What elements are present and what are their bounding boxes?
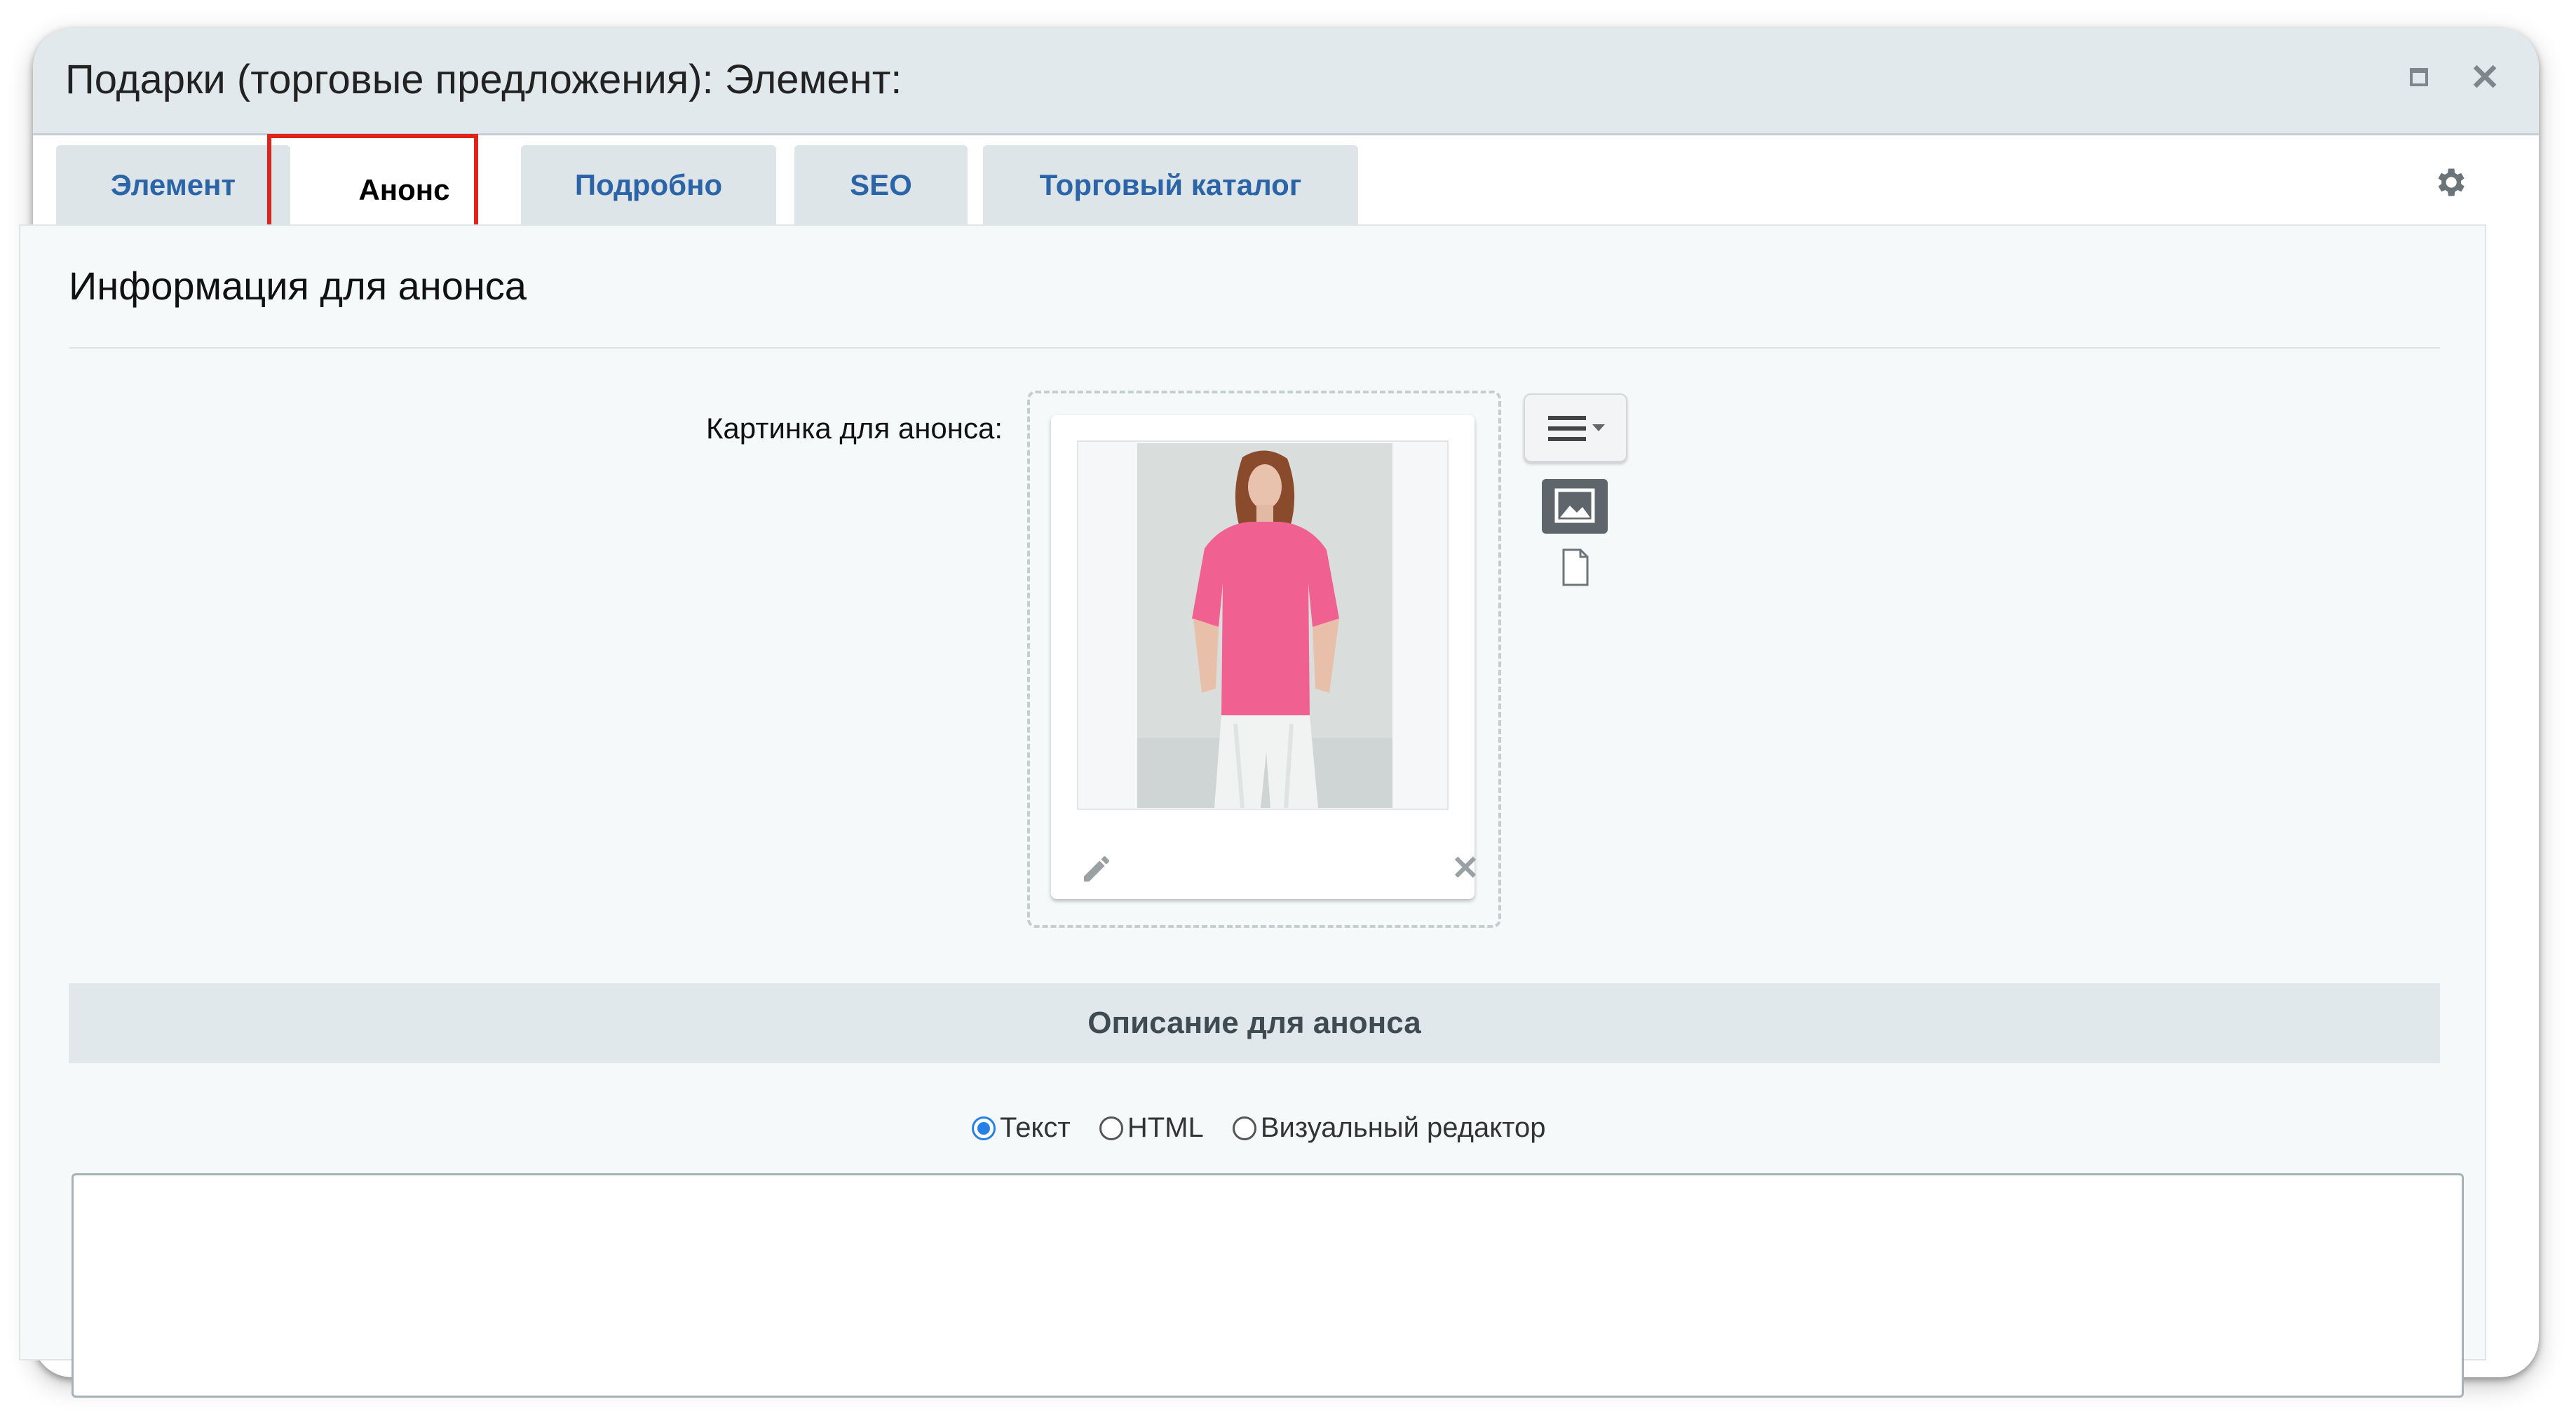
pencil-icon[interactable] <box>1080 852 1113 886</box>
section-divider <box>69 347 2440 349</box>
gear-icon[interactable] <box>2432 164 2468 201</box>
mode-text-radio[interactable] <box>972 1116 996 1140</box>
description-mode-group: Текст HTML Визуальный редактор <box>972 1107 1567 1149</box>
mode-visual-option[interactable]: Визуальный редактор <box>1232 1107 1546 1149</box>
tab-announcement[interactable]: Анонс <box>302 155 506 225</box>
preview-image[interactable] <box>1137 443 1392 808</box>
mode-visual-label: Визуальный редактор <box>1260 1112 1546 1143</box>
image-icon[interactable] <box>1542 479 1608 534</box>
section-title: Информация для анонса <box>69 264 527 308</box>
mode-visual-radio[interactable] <box>1232 1116 1256 1140</box>
description-section-header: Описание для анонса <box>69 983 2440 1063</box>
tab-trade-catalog[interactable]: Торговый каталог <box>983 145 1358 225</box>
mode-html-radio[interactable] <box>1099 1116 1123 1140</box>
remove-picture-icon[interactable]: ✕ <box>1449 852 1482 886</box>
title-bar: Подарки (торговые предложения): Элемент:… <box>33 28 2539 135</box>
mode-html-option[interactable]: HTML <box>1099 1107 1204 1149</box>
close-icon[interactable]: ✕ <box>2467 60 2502 96</box>
mode-html-label: HTML <box>1127 1112 1204 1143</box>
tab-details[interactable]: Подробно <box>521 145 776 225</box>
description-textarea[interactable] <box>72 1173 2464 1398</box>
photo-woman-pink-tshirt <box>1137 443 1392 808</box>
hamburger-menu-icon[interactable] <box>1524 393 1627 462</box>
tab-element[interactable]: Элемент <box>56 145 290 225</box>
window-title: Подарки (торговые предложения): Элемент: <box>65 57 902 102</box>
mode-text-label: Текст <box>1000 1112 1071 1143</box>
file-icon[interactable] <box>1559 547 1592 588</box>
picture-field-label: Картинка для анонса: <box>705 412 1003 445</box>
tab-seo[interactable]: SEO <box>794 145 968 225</box>
mode-text-option[interactable]: Текст <box>972 1107 1071 1149</box>
maximize-icon[interactable] <box>2410 68 2428 86</box>
